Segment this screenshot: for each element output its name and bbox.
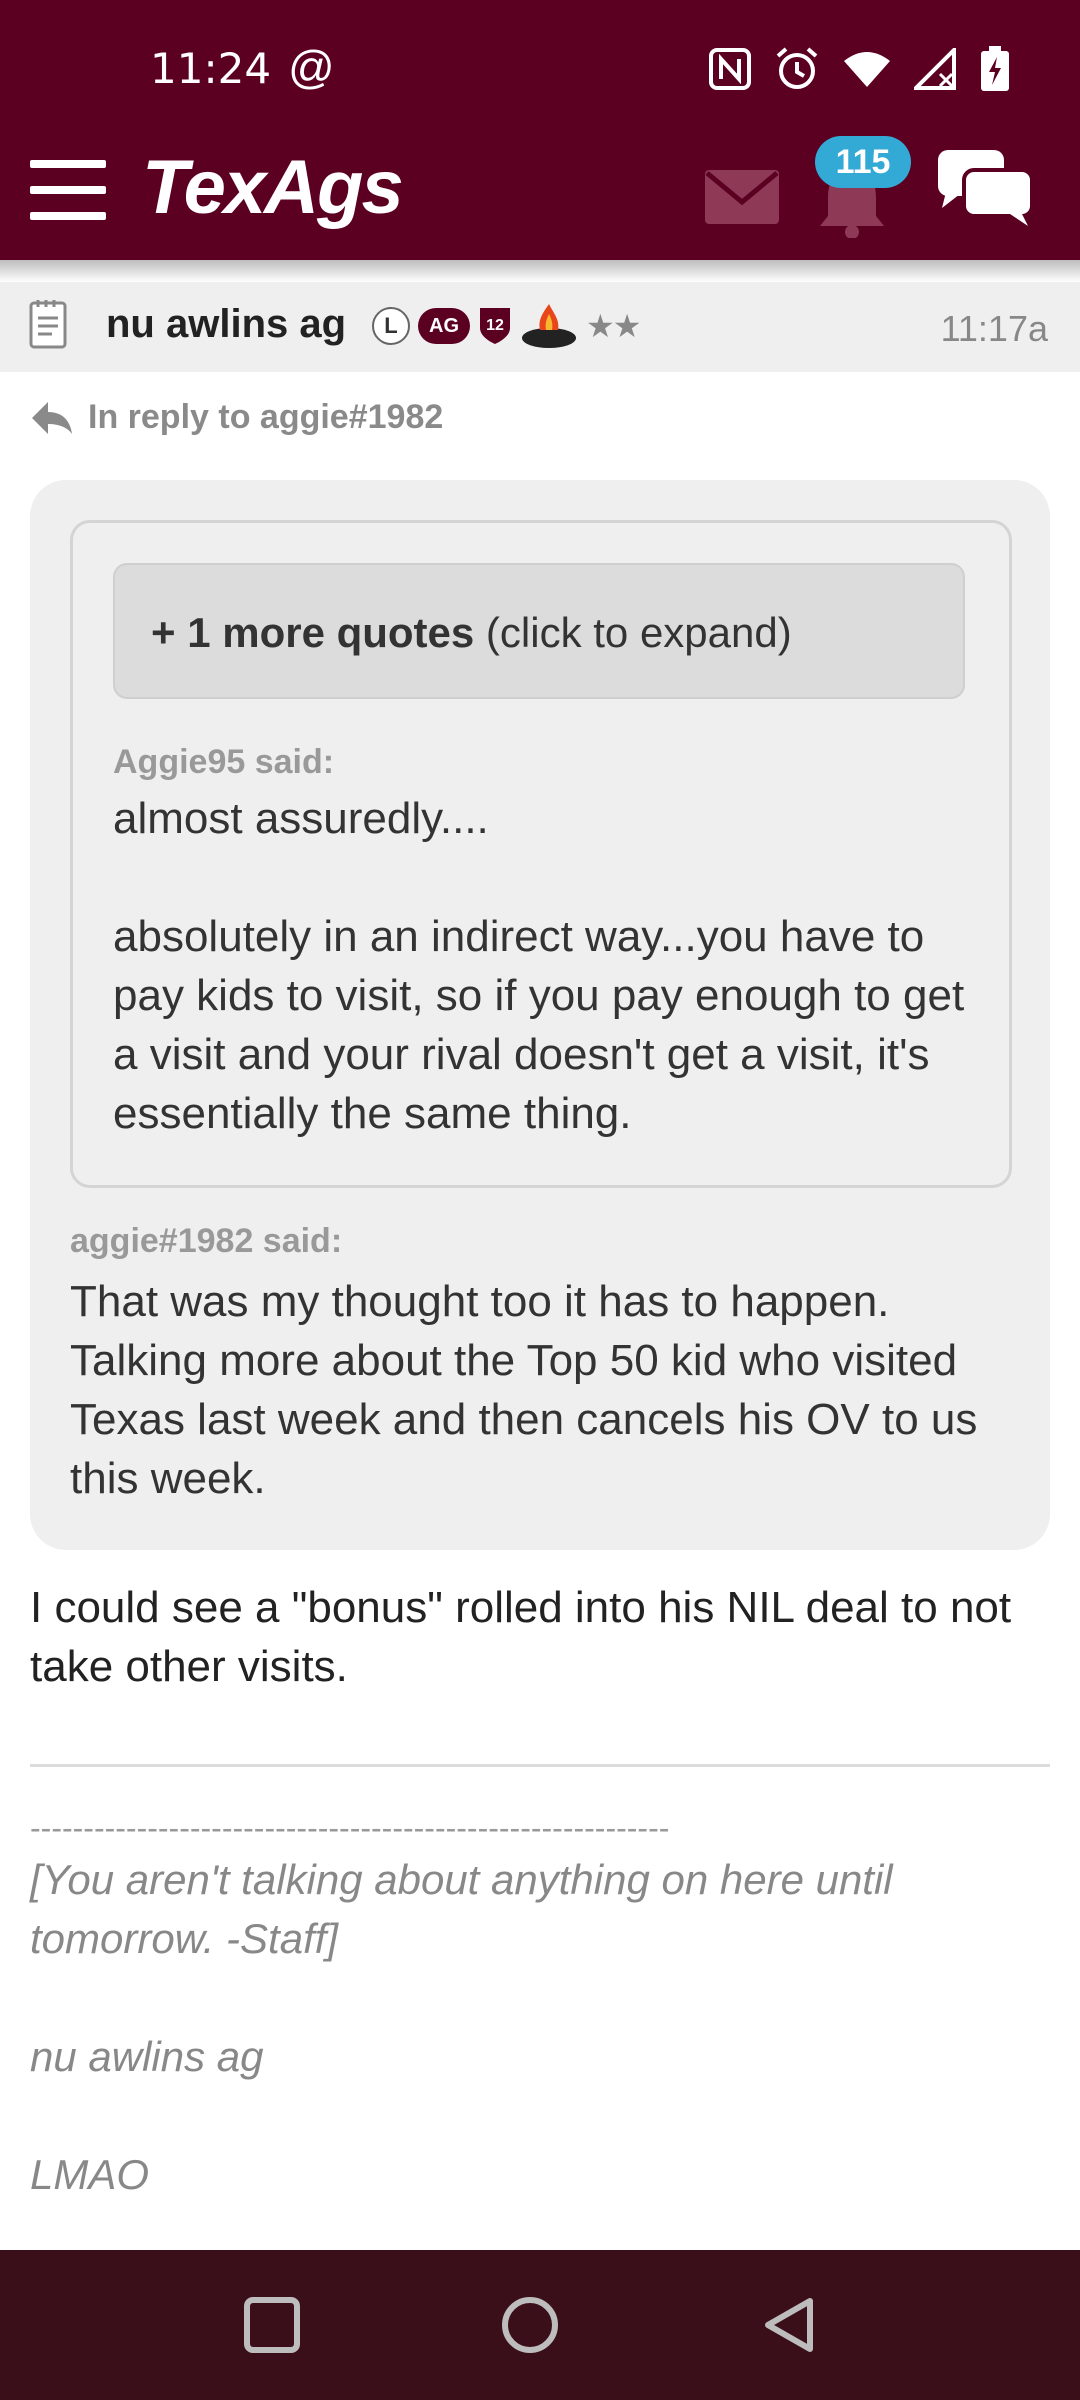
- post-username[interactable]: nu awlins ag: [106, 302, 346, 347]
- chat-icon[interactable]: [936, 148, 1036, 228]
- outer-quote-author: aggie#1982 said:: [70, 1222, 343, 1260]
- nfc-icon: [709, 48, 751, 90]
- expand-quotes-button[interactable]: + 1 more quotes (click to expand): [113, 563, 965, 699]
- user-badges: L AG 12 ★★: [372, 300, 641, 352]
- alarm-icon: [776, 47, 818, 89]
- signal-icon: [914, 48, 956, 90]
- reply-to-label: In reply to aggie#1982: [88, 398, 444, 436]
- ag-badge: AG: [418, 308, 470, 344]
- fire-pit-icon: [522, 304, 576, 348]
- status-bar: 11:24 @: [0, 0, 1080, 140]
- post-header: nu awlins ag L AG 12 ★★ 11:17a: [0, 282, 1080, 372]
- twelfth-man-shield-icon: 12: [480, 308, 510, 344]
- outer-quote-text: That was my thought too it has to happen…: [70, 1277, 978, 1503]
- wifi-icon: [844, 52, 890, 87]
- notification-count-badge[interactable]: 115: [815, 136, 911, 188]
- app-bar-shadow: [0, 260, 1080, 282]
- l-badge: L: [372, 307, 410, 345]
- system-nav-bar: [0, 2250, 1080, 2400]
- post-body: I could see a "bonus" rolled into his NI…: [30, 1583, 1012, 1691]
- post-timestamp: 11:17a: [940, 308, 1048, 349]
- texags-logo[interactable]: TexAgs: [142, 144, 404, 231]
- app-bar: TexAgs 115: [0, 136, 1080, 260]
- outer-quote: + 1 more quotes (click to expand) Aggie9…: [30, 480, 1050, 1550]
- reply-reference[interactable]: In reply to aggie#1982: [30, 398, 443, 437]
- menu-icon[interactable]: [30, 160, 106, 220]
- mail-icon[interactable]: [705, 170, 779, 224]
- at-notification-icon: @: [288, 41, 335, 93]
- signature-line-lmao: LMAO: [30, 2151, 150, 2198]
- star-rating: ★★: [586, 308, 641, 344]
- signature-line-name: nu awlins ag: [30, 2033, 264, 2080]
- svg-text:12: 12: [486, 317, 504, 334]
- inner-quote-text: almost assuredly.... absolutely in an in…: [113, 794, 965, 1138]
- battery-charging-icon: [981, 46, 1009, 91]
- status-time: 11:24: [150, 44, 272, 93]
- back-triangle-icon[interactable]: [760, 2295, 820, 2355]
- signature-dashes: ----------------------------------------…: [30, 1810, 670, 1846]
- reply-arrow-icon: [32, 401, 72, 434]
- inner-quote-author: Aggie95 said:: [113, 743, 335, 781]
- signature-divider: [30, 1764, 1050, 1767]
- signature-line-staff: [You aren't talking about anything on he…: [30, 1856, 893, 1962]
- recents-square-icon[interactable]: [242, 2295, 302, 2355]
- post-signature: ----------------------------------------…: [30, 1806, 1050, 2204]
- post-document-icon[interactable]: [28, 298, 70, 350]
- inner-quote: + 1 more quotes (click to expand) Aggie9…: [70, 520, 1012, 1188]
- home-circle-icon[interactable]: [500, 2295, 560, 2355]
